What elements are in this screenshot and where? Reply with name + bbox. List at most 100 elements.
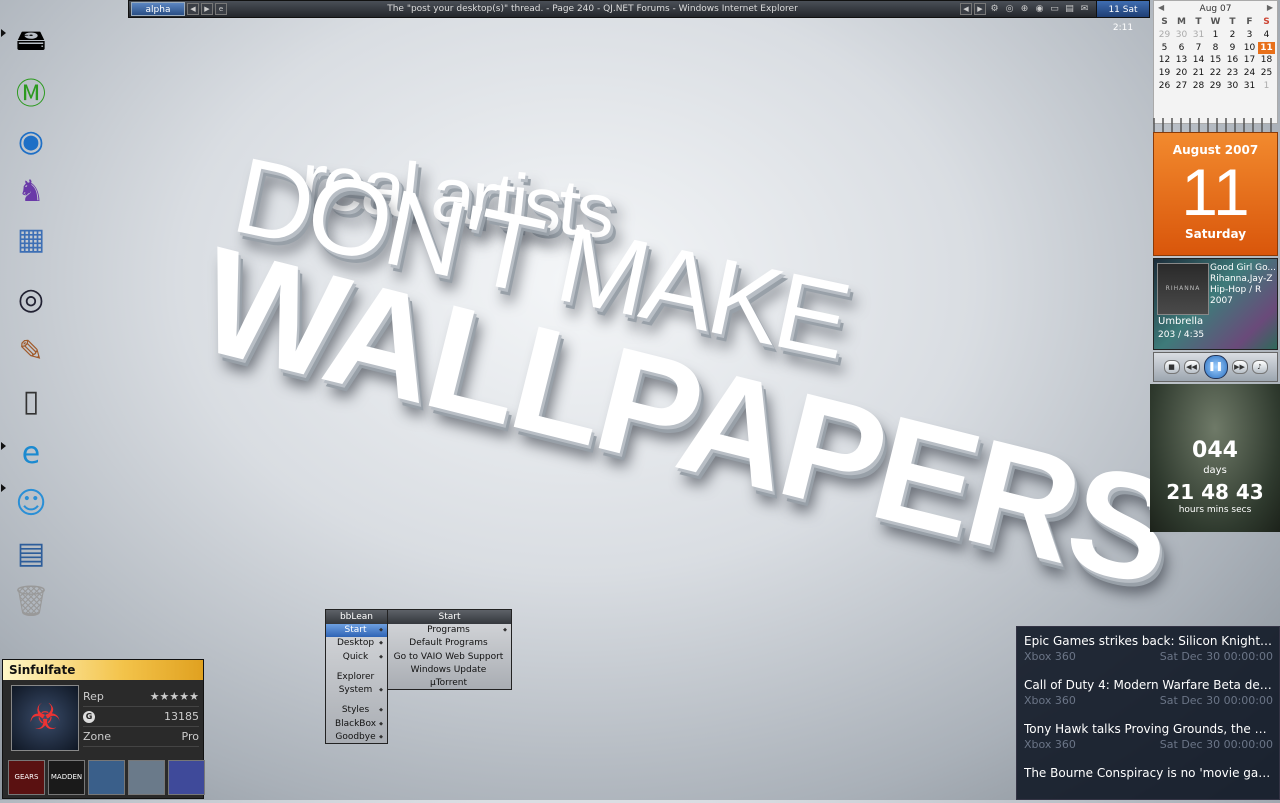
calendar-day[interactable]: 1 xyxy=(1258,80,1275,93)
game-tile-3[interactable] xyxy=(88,760,125,795)
calendar-day[interactable]: 14 xyxy=(1190,54,1207,67)
calendar-day[interactable]: 28 xyxy=(1190,80,1207,93)
game-tile-madden[interactable]: MADDEN 07 xyxy=(48,760,85,795)
calendar-day[interactable]: 20 xyxy=(1173,67,1190,80)
calendar-day[interactable]: 31 xyxy=(1241,80,1258,93)
date-day: 11 xyxy=(1181,155,1250,229)
menu-item-system[interactable]: System xyxy=(326,684,387,698)
calendar-day[interactable]: 31 xyxy=(1190,29,1207,42)
game-tile-4[interactable] xyxy=(128,760,165,795)
gamertag[interactable]: Sinfulfate xyxy=(3,660,203,680)
menu-item-styles[interactable]: Styles xyxy=(326,704,387,718)
track-info: Good Girl Go... Rihanna,Jay-Z Hip-Hop / … xyxy=(1210,263,1276,307)
calendar-day[interactable]: 24 xyxy=(1241,67,1258,80)
calendar-day[interactable]: 21 xyxy=(1190,67,1207,80)
calendar-day[interactable]: 9 xyxy=(1224,42,1241,55)
calendar-day[interactable]: 12 xyxy=(1156,54,1173,67)
calendar-next-icon[interactable]: ▶ xyxy=(1267,3,1273,12)
menu-item-quick[interactable]: Quick xyxy=(326,651,387,665)
tray-security-icon[interactable]: ◉ xyxy=(1033,3,1046,15)
calendar-day[interactable]: 29 xyxy=(1156,29,1173,42)
news-headline[interactable]: Epic Games strikes back: Silicon Knights… xyxy=(1024,634,1273,648)
volume-icon[interactable]: ♪ xyxy=(1251,360,1268,374)
calendar-day[interactable]: 30 xyxy=(1224,80,1241,93)
task-next-button[interactable]: ▶ xyxy=(974,3,986,15)
game-tile-gears[interactable]: GEARS OF WAR xyxy=(8,760,45,795)
calendar-day[interactable]: 10 xyxy=(1241,42,1258,55)
internet-explorer-icon[interactable]: e xyxy=(8,430,54,476)
menu-item-utorrent[interactable]: µTorrent xyxy=(388,677,511,690)
calendar-day[interactable]: 16 xyxy=(1224,54,1241,67)
menu-item-vaio-support[interactable]: Go to VAIO Web Support xyxy=(388,651,511,664)
calendar-day[interactable]: 3 xyxy=(1241,29,1258,42)
tray-mail-icon[interactable]: ✉ xyxy=(1078,3,1091,15)
calendar-day[interactable]: 25 xyxy=(1258,67,1275,80)
news-headline[interactable]: Call of Duty 4: Modern Warfare Beta deta… xyxy=(1024,678,1273,692)
menu-item-default-programs[interactable]: Default Programs xyxy=(388,637,511,650)
menu-item-desktop[interactable]: Desktop xyxy=(326,637,387,651)
calendar-day[interactable]: 30 xyxy=(1173,29,1190,42)
news-item[interactable]: Tony Hawk talks Proving Grounds, the b..… xyxy=(1017,715,1279,759)
menu-item-windows-update[interactable]: Windows Update xyxy=(388,664,511,677)
utorrent-icon[interactable]: Ⓜ xyxy=(8,68,54,114)
task-prev-button[interactable]: ◀ xyxy=(960,3,972,15)
calendar-day[interactable]: 26 xyxy=(1156,80,1173,93)
control-panel-icon[interactable]: ▦ xyxy=(8,216,54,262)
tray-display-icon[interactable]: ▭ xyxy=(1048,3,1061,15)
character-icon[interactable]: ♞ xyxy=(8,168,54,214)
calendar-day[interactable]: 22 xyxy=(1207,67,1224,80)
news-item[interactable]: Epic Games strikes back: Silicon Knights… xyxy=(1017,627,1279,671)
calendar-day[interactable]: 2 xyxy=(1224,29,1241,42)
ie-window-icon[interactable]: e xyxy=(215,3,227,15)
menu-item-programs[interactable]: Programs xyxy=(388,624,511,638)
calendar-day[interactable]: 6 xyxy=(1173,42,1190,55)
news-item[interactable]: Call of Duty 4: Modern Warfare Beta deta… xyxy=(1017,671,1279,715)
media-controls: ■ ◀◀ ❚❚ ▶▶ ♪ xyxy=(1153,352,1278,382)
media-player-icon[interactable]: ◉ xyxy=(8,118,54,164)
calendar-day[interactable]: 18 xyxy=(1258,54,1275,67)
calendar-day[interactable]: 8 xyxy=(1207,42,1224,55)
calendar-day[interactable]: 13 xyxy=(1173,54,1190,67)
calendar-day[interactable]: 7 xyxy=(1190,42,1207,55)
messenger-icon[interactable]: ☺ xyxy=(8,480,54,526)
workspace-button[interactable]: alpha xyxy=(131,2,185,16)
menu-item-explorer[interactable]: Explorer xyxy=(326,671,387,684)
calendar-day[interactable]: 17 xyxy=(1241,54,1258,67)
news-headline[interactable]: Tony Hawk talks Proving Grounds, the b..… xyxy=(1024,722,1273,736)
calendar-day[interactable]: 23 xyxy=(1224,67,1241,80)
menu-item-goodbye[interactable]: Goodbye xyxy=(326,731,387,745)
news-item[interactable]: The Bourne Conspiracy is no 'movie game' xyxy=(1017,759,1279,803)
calendar-day[interactable]: 29 xyxy=(1207,80,1224,93)
tray-network-icon[interactable]: ◎ xyxy=(1003,3,1016,15)
game-controller-icon[interactable]: ◎ xyxy=(8,276,54,322)
tray-globe-icon[interactable]: ⊕ xyxy=(1018,3,1031,15)
web-page-icon[interactable]: ▤ xyxy=(8,530,54,576)
news-headline[interactable]: The Bourne Conspiracy is no 'movie game' xyxy=(1024,766,1273,780)
taskbar-clock[interactable]: 11 Sat 2:11 xyxy=(1096,0,1150,33)
calendar-day[interactable]: 27 xyxy=(1173,80,1190,93)
previous-icon[interactable]: ◀◀ xyxy=(1183,360,1200,374)
calendar-day[interactable]: 5 xyxy=(1156,42,1173,55)
device-icon[interactable]: ▯ xyxy=(8,378,54,424)
stop-icon[interactable]: ■ xyxy=(1163,360,1180,374)
calendar-day[interactable]: 19 xyxy=(1156,67,1173,80)
recycle-bin-icon[interactable]: 🗑 xyxy=(8,578,54,624)
next-icon[interactable]: ▶▶ xyxy=(1231,360,1248,374)
drive-icon[interactable]: 🖴 xyxy=(8,20,54,66)
active-window-title[interactable]: The "post your desktop(s)" thread. - Pag… xyxy=(227,4,958,14)
calendar-day[interactable]: 11 xyxy=(1258,41,1275,55)
start-submenu: Start Programs Default Programs Go to VA… xyxy=(387,609,512,690)
menu-item-start[interactable]: Start xyxy=(326,624,387,638)
tray-usb-icon[interactable]: ⚙ xyxy=(988,3,1001,15)
calendar-prev-icon[interactable]: ◀ xyxy=(1158,3,1164,12)
calendar-day[interactable]: 15 xyxy=(1207,54,1224,67)
tray-printer-icon[interactable]: ▤ xyxy=(1063,3,1076,15)
calendar-day[interactable]: 4 xyxy=(1258,29,1275,42)
prev-workspace-button[interactable]: ◀ xyxy=(187,3,199,15)
paint-brushes-icon[interactable]: ✎ xyxy=(8,328,54,374)
game-tile-5[interactable] xyxy=(168,760,205,795)
menu-item-blackbox[interactable]: BlackBox xyxy=(326,718,387,732)
pause-icon[interactable]: ❚❚ xyxy=(1203,355,1228,379)
calendar-day[interactable]: 1 xyxy=(1207,29,1224,42)
next-workspace-button[interactable]: ▶ xyxy=(201,3,213,15)
